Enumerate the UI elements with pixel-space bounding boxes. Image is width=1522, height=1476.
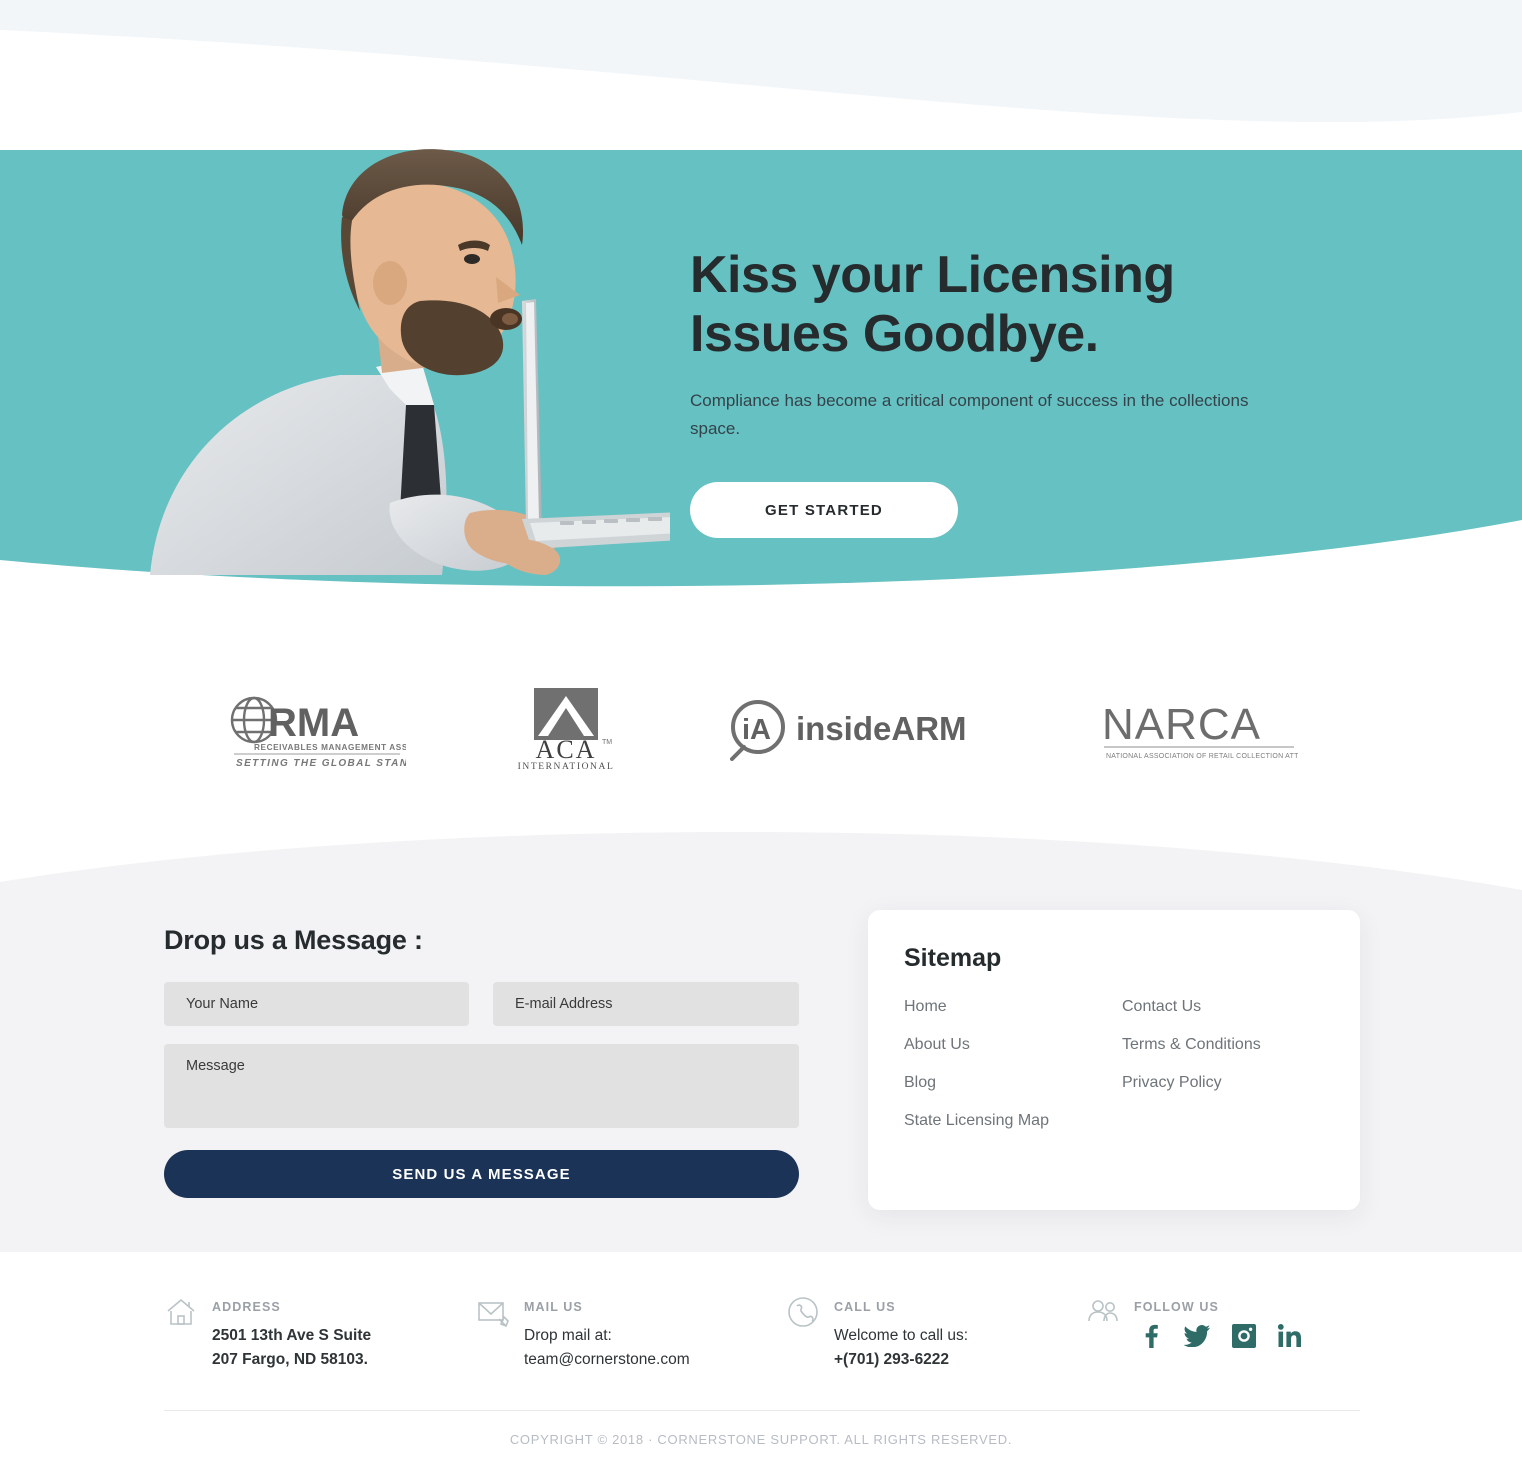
mail-label: MAIL US bbox=[524, 1300, 583, 1314]
form-title: Drop us a Message : bbox=[164, 925, 423, 955]
contact-section: Drop us a Message : SEND US A MESSAGE Si… bbox=[0, 820, 1522, 1252]
call-label: CALL US bbox=[834, 1300, 896, 1314]
footer-divider bbox=[164, 1410, 1360, 1411]
svg-text:SETTING THE GLOBAL STANDARD: SETTING THE GLOBAL STANDARD bbox=[236, 758, 406, 769]
svg-text:insideARM: insideARM bbox=[796, 710, 967, 747]
address-line-1: 2501 13th Ave S Suite bbox=[212, 1327, 372, 1344]
partner-logos: RMA RECEIVABLES MANAGEMENT ASSOC. SETTIN… bbox=[0, 660, 1522, 800]
site-footer: ADDRESS 2501 13th Ave S Suite 207 Fargo,… bbox=[0, 1252, 1522, 1476]
narca-logo[interactable]: NARCA NATIONAL ASSOCIATION OF RETAIL COL… bbox=[1102, 697, 1298, 763]
message-textarea[interactable] bbox=[164, 1044, 799, 1128]
sitemap-link-home[interactable]: Home bbox=[904, 998, 1122, 1016]
sitemap-link-state-licensing-map[interactable]: State Licensing Map bbox=[904, 1112, 1122, 1130]
name-input[interactable] bbox=[164, 982, 469, 1026]
svg-text:TM: TM bbox=[602, 739, 612, 746]
landing-page: Kiss your Licensing Issues Goodbye. Comp… bbox=[0, 0, 1522, 1476]
page-title: Kiss your Licensing Issues Goodbye. bbox=[690, 246, 1330, 365]
phone-circle-icon bbox=[786, 1295, 820, 1329]
sitemap-link-blog[interactable]: Blog bbox=[904, 1074, 1122, 1092]
call-line-2[interactable]: +(701) 293-6222 bbox=[834, 1348, 968, 1372]
hero-title-line-1: Kiss your Licensing bbox=[690, 246, 1175, 304]
linkedin-icon[interactable] bbox=[1278, 1324, 1302, 1348]
sitemap-card: Sitemap Home Contact Us About Us Terms &… bbox=[868, 910, 1360, 1210]
hero-title-line-2: Issues Goodbye. bbox=[690, 305, 1099, 364]
footer-mail-block: MAIL US Drop mail at: team@cornerstone.c… bbox=[476, 1294, 786, 1372]
sitemap-links: Home Contact Us About Us Terms & Conditi… bbox=[904, 998, 1324, 1130]
rma-logo[interactable]: RMA RECEIVABLES MANAGEMENT ASSOC. SETTIN… bbox=[224, 690, 406, 770]
sitemap-title: Sitemap bbox=[904, 944, 1002, 972]
address-label: ADDRESS bbox=[212, 1300, 281, 1314]
svg-text:INTERNATIONAL: INTERNATIONAL bbox=[518, 762, 615, 772]
social-links bbox=[1140, 1324, 1302, 1348]
email-input[interactable] bbox=[493, 982, 799, 1026]
svg-text:RECEIVABLES MANAGEMENT ASSOC.: RECEIVABLES MANAGEMENT ASSOC. bbox=[254, 743, 406, 752]
get-started-button[interactable]: GET STARTED bbox=[690, 482, 958, 539]
insidearm-logo[interactable]: iA insideARM bbox=[726, 697, 998, 763]
svg-text:iA: iA bbox=[742, 714, 771, 746]
house-icon bbox=[164, 1295, 198, 1329]
footer-call-block: CALL US Welcome to call us: +(701) 293-6… bbox=[786, 1294, 1086, 1372]
sitemap-link-about[interactable]: About Us bbox=[904, 1036, 1122, 1054]
send-message-button[interactable]: SEND US A MESSAGE bbox=[164, 1150, 799, 1198]
hero-section: Kiss your Licensing Issues Goodbye. Comp… bbox=[0, 0, 1522, 600]
envelope-pencil-icon bbox=[476, 1295, 510, 1329]
svg-text:NARCA: NARCA bbox=[1102, 700, 1261, 749]
hero-copy: Kiss your Licensing Issues Goodbye. Comp… bbox=[690, 246, 1330, 539]
svg-text:ACA: ACA bbox=[536, 735, 597, 764]
sitemap-link-contact[interactable]: Contact Us bbox=[1122, 998, 1324, 1016]
mail-line-1: Drop mail at: bbox=[524, 1327, 612, 1344]
call-line-1: Welcome to call us: bbox=[834, 1327, 969, 1344]
svg-text:NATIONAL ASSOCIATION OF RETAIL: NATIONAL ASSOCIATION OF RETAIL COLLECTIO… bbox=[1106, 753, 1298, 760]
sitemap-link-terms[interactable]: Terms & Conditions bbox=[1122, 1036, 1324, 1054]
hero-image bbox=[90, 105, 762, 575]
svg-text:RMA: RMA bbox=[268, 701, 359, 745]
twitter-icon[interactable] bbox=[1184, 1325, 1210, 1347]
copyright-text: COPYRIGHT © 2018 · CORNERSTONE SUPPORT. … bbox=[509, 1432, 1013, 1447]
follow-label: FOLLOW US bbox=[1134, 1300, 1219, 1314]
hero-subtitle: Compliance has become a critical compone… bbox=[690, 390, 1249, 439]
sitemap-link-privacy[interactable]: Privacy Policy bbox=[1122, 1074, 1324, 1092]
footer-address-block: ADDRESS 2501 13th Ave S Suite 207 Fargo,… bbox=[164, 1294, 476, 1372]
address-line-2: 207 Fargo, ND 58103. bbox=[212, 1351, 368, 1369]
instagram-icon[interactable] bbox=[1232, 1324, 1256, 1348]
aca-logo[interactable]: ACA TM INTERNATIONAL bbox=[510, 688, 622, 772]
footer-follow-block: FOLLOW US bbox=[1086, 1294, 1360, 1372]
people-icon bbox=[1086, 1295, 1120, 1329]
mail-line-2[interactable]: team@cornerstone.com bbox=[524, 1348, 690, 1372]
facebook-icon[interactable] bbox=[1140, 1324, 1162, 1348]
contact-form: Drop us a Message : SEND US A MESSAGE bbox=[164, 925, 799, 1198]
